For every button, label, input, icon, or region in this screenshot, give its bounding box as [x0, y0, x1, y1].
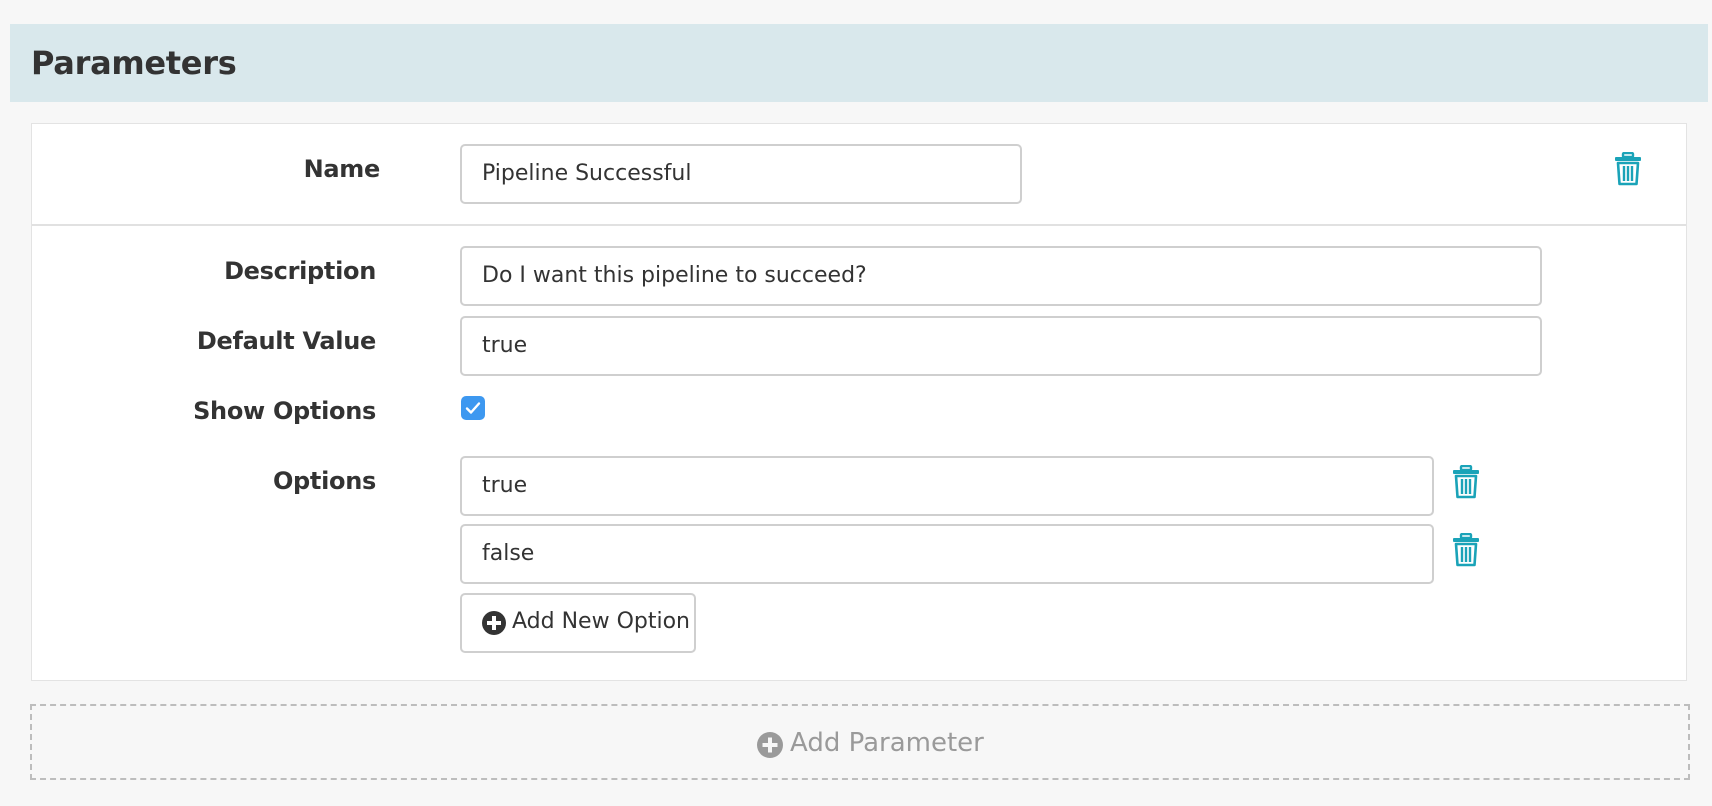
plus-circle-icon: [482, 611, 506, 635]
show-options-label: Show Options: [193, 397, 376, 425]
delete-parameter-trash-icon[interactable]: [1614, 152, 1642, 186]
default-value-input[interactable]: true: [460, 316, 1542, 376]
description-label: Description: [224, 257, 376, 285]
option-input[interactable]: true: [460, 456, 1434, 516]
add-new-option-label: Add New Option: [512, 609, 690, 634]
section-title: Parameters: [31, 44, 237, 82]
default-value-label: Default Value: [196, 327, 376, 355]
options-label: Options: [272, 467, 376, 495]
show-options-checkbox[interactable]: [461, 396, 485, 420]
parameter-card: Name Pipeline Successful Description Do …: [31, 123, 1687, 681]
check-icon: [465, 402, 481, 414]
name-row: Name Pipeline Successful: [32, 124, 1686, 226]
name-label: Name: [303, 155, 381, 183]
add-parameter-label: Add Parameter: [790, 728, 984, 758]
add-parameter-button[interactable]: Add Parameter: [30, 704, 1690, 780]
add-new-option-button[interactable]: Add New Option: [460, 593, 696, 653]
delete-option-trash-icon[interactable]: [1452, 533, 1480, 567]
option-input[interactable]: false: [460, 524, 1434, 584]
parameters-header: Parameters: [10, 24, 1708, 102]
delete-option-trash-icon[interactable]: [1452, 465, 1480, 499]
description-input[interactable]: Do I want this pipeline to succeed?: [460, 246, 1542, 306]
name-input[interactable]: Pipeline Successful: [460, 144, 1022, 204]
plus-circle-icon: [757, 732, 783, 758]
